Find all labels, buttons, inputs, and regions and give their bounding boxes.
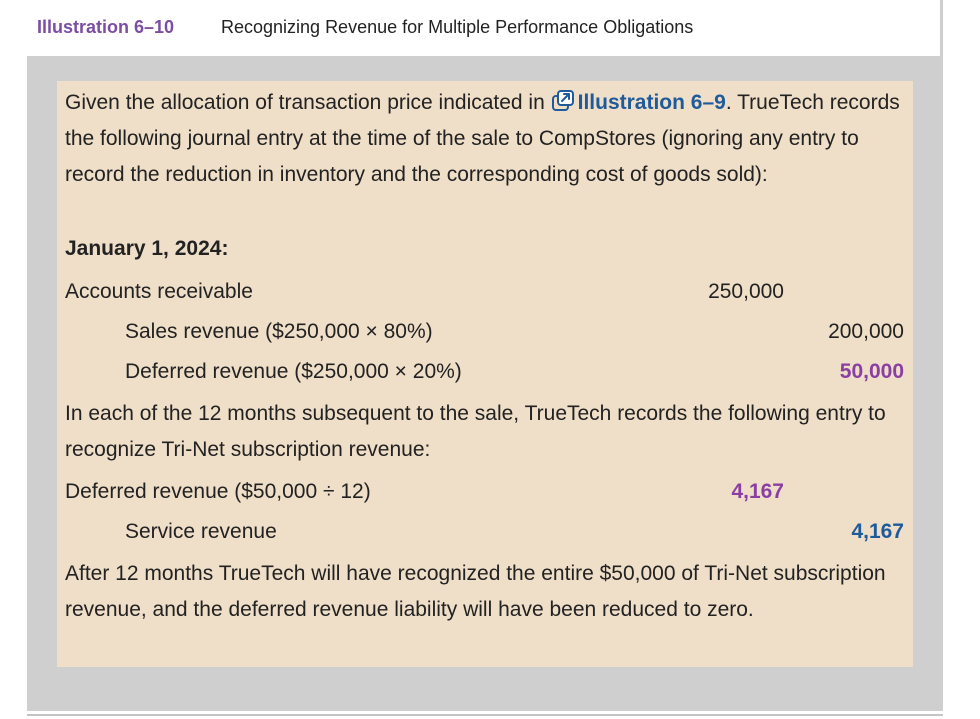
illustration-link-label[interactable]: Illustration 6–9 [578, 91, 726, 114]
entry1-credit2-amount: 50,000 [839, 360, 904, 383]
intro-text-before-link: Given the allocation of transaction pric… [65, 91, 551, 114]
entry2-credit-amount: 4,167 [851, 520, 904, 543]
middle-paragraph: In each of the 12 months subsequent to t… [65, 402, 886, 461]
intro-paragraph: Given the allocation of transaction pric… [65, 85, 901, 193]
illustration-6-9-link[interactable]: Illustration 6–9 [551, 90, 726, 114]
bottom-divider [27, 714, 943, 716]
entry2-debit-account: Deferred revenue ($50,000 ÷ 12) [65, 480, 371, 503]
closing-paragraph: After 12 months TrueTech will have recog… [65, 562, 886, 621]
entry1-credit1-amount: 200,000 [828, 320, 904, 343]
entry1-debit-amount: 250,000 [708, 280, 784, 303]
entry1-debit-account: Accounts receivable [65, 280, 253, 303]
illustration-number: Illustration 6–10 [37, 17, 175, 37]
illustration-frame: Illustration 6–10 Recognizing Revenue fo… [27, 0, 943, 711]
entry1-credit2-account: Deferred revenue ($250,000 × 20%) [125, 360, 462, 383]
entry-date: January 1, 2024: [65, 237, 229, 260]
illustration-header: Illustration 6–10 Recognizing Revenue fo… [27, 0, 940, 56]
entry2-credit-account: Service revenue [125, 520, 277, 543]
external-link-icon [551, 90, 574, 111]
illustration-title: Recognizing Revenue for Multiple Perform… [221, 17, 694, 37]
illustration-panel: Given the allocation of transaction pric… [57, 81, 913, 667]
entry1-credit1-account: Sales revenue ($250,000 × 80%) [125, 320, 433, 343]
entry2-debit-amount: 4,167 [731, 480, 784, 503]
